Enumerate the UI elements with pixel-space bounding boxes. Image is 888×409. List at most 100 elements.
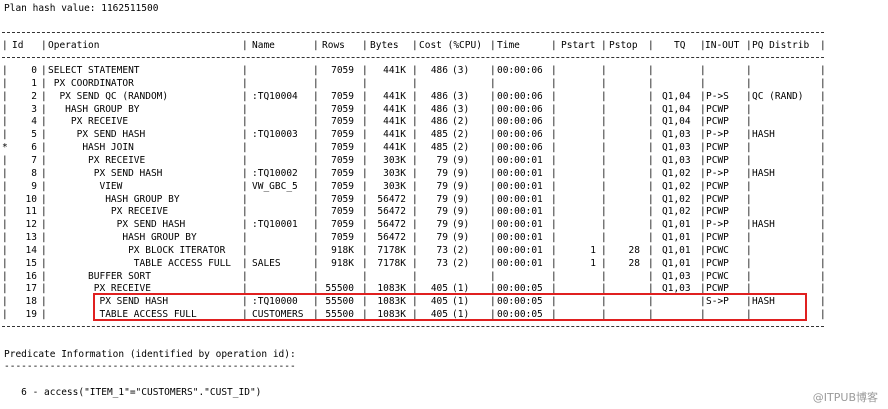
cell-rows: 918K — [331, 257, 354, 269]
cell-time: 00:00:06 — [497, 129, 543, 141]
cell-cost: 486 — [430, 90, 448, 102]
cell-bytes: 1083K — [377, 296, 406, 308]
divider: | — [700, 244, 706, 256]
cell-cost: 73 — [436, 257, 448, 269]
divider: | — [746, 244, 752, 256]
watermark: @ITPUB博客 — [812, 391, 878, 404]
plan-row: | | | | | | | | | | | | | 10 HASH GROUP BY 7059 56472 79… — [0, 194, 830, 206]
cell-time: 00:00:06 — [497, 65, 543, 76]
cell-inout: P->P — [706, 129, 729, 141]
divider: | — [746, 40, 752, 51]
cell-id: 13 — [25, 232, 37, 244]
cell-tq: Q1,04 — [662, 103, 691, 115]
cell-cost: 485 — [430, 129, 448, 141]
cell-rows: 55500 — [325, 309, 354, 321]
cell-cost: 79 — [436, 219, 448, 231]
cell-cpu: (9) — [452, 193, 470, 205]
divider: | — [601, 193, 607, 205]
plan-row: | | | | | | | | | | | | | 2 PX SEND QC (RANDOM):TQ100… — [0, 91, 830, 103]
cell-time: 00:00:01 — [497, 180, 543, 192]
cell-cpu: (1) — [452, 296, 470, 308]
divider: | — [820, 296, 826, 308]
divider: | — [242, 180, 248, 192]
cell-pq: HASH — [752, 129, 775, 141]
divider: | — [820, 283, 826, 295]
cell-cpu: (3) — [452, 90, 470, 102]
divider: | — [820, 154, 826, 166]
cell-cpu: (2) — [452, 142, 470, 154]
cell-time: 00:00:01 — [497, 193, 543, 205]
divider: | — [242, 103, 248, 115]
cell-bytes: 441K — [383, 103, 406, 115]
divider: | — [746, 167, 752, 179]
divider: | — [2, 232, 8, 244]
cell-id: 1 — [31, 77, 37, 89]
cell-time: 00:00:01 — [497, 154, 543, 166]
cell-cpu: (9) — [452, 206, 470, 218]
divider: | — [41, 103, 47, 115]
cell-rows: 7059 — [331, 154, 354, 166]
divider: | — [41, 309, 47, 321]
cell-rows: 7059 — [331, 129, 354, 141]
divider: | — [700, 309, 706, 321]
cell-pstop: 28 — [628, 244, 640, 256]
divider: | — [551, 77, 557, 89]
divider: | — [746, 180, 752, 192]
divider: | — [242, 219, 248, 231]
divider: | — [242, 283, 248, 295]
cell-cost: 405 — [430, 296, 448, 308]
cell-tq: Q1,03 — [662, 129, 691, 141]
divider: | — [746, 219, 752, 231]
cell-tq: Q1,03 — [662, 270, 691, 282]
divider: | — [820, 257, 826, 269]
cell-id: 8 — [31, 167, 37, 179]
cell-cost: 486 — [430, 116, 448, 128]
divider: | — [2, 180, 8, 192]
header-name: Name — [252, 40, 275, 51]
header-pstop: Pstop — [609, 40, 638, 51]
divider: | — [242, 296, 248, 308]
divider: | — [820, 206, 826, 218]
header-tq: TQ — [674, 40, 686, 51]
cell-rows: 7059 — [331, 180, 354, 192]
cell-time: 00:00:06 — [497, 103, 543, 115]
divider: | — [41, 65, 47, 76]
cell-cost: 485 — [430, 142, 448, 154]
divider: | — [648, 270, 654, 282]
divider: | — [648, 180, 654, 192]
header-operation: Operation — [48, 40, 100, 51]
cell-id: 14 — [25, 244, 37, 256]
divider: | — [551, 129, 557, 141]
divider: | — [41, 90, 47, 102]
cell-id: 3 — [31, 103, 37, 115]
cell-id: 11 — [25, 206, 37, 218]
cell-inout: S->P — [706, 296, 729, 308]
divider: | — [648, 257, 654, 269]
divider: | — [490, 116, 496, 128]
cell-cost: 79 — [436, 232, 448, 244]
cell-cost: 405 — [430, 283, 448, 295]
divider: | — [242, 257, 248, 269]
cell-cpu: (1) — [452, 283, 470, 295]
divider: | — [700, 257, 706, 269]
divider: | — [313, 40, 319, 51]
divider: | — [746, 270, 752, 282]
divider: | — [2, 154, 8, 166]
cell-name: VW_GBC_5 — [252, 180, 298, 192]
table-header-rule — [2, 57, 824, 58]
divider: | — [746, 129, 752, 141]
cell-id: 15 — [25, 257, 37, 269]
divider: | — [601, 219, 607, 231]
divider: | — [601, 103, 607, 115]
cell-op: PX SEND QC (RANDOM) — [48, 90, 169, 102]
divider: | — [551, 90, 557, 102]
divider: | — [2, 206, 8, 218]
cell-pq: HASH — [752, 167, 775, 179]
cell-bytes: 441K — [383, 142, 406, 154]
cell-pstart: 1 — [590, 257, 596, 269]
divider: | — [242, 193, 248, 205]
cell-op: PX RECEIVE — [48, 116, 129, 128]
cell-flag: * — [2, 142, 8, 154]
divider: | — [700, 77, 706, 89]
divider: | — [362, 77, 368, 89]
